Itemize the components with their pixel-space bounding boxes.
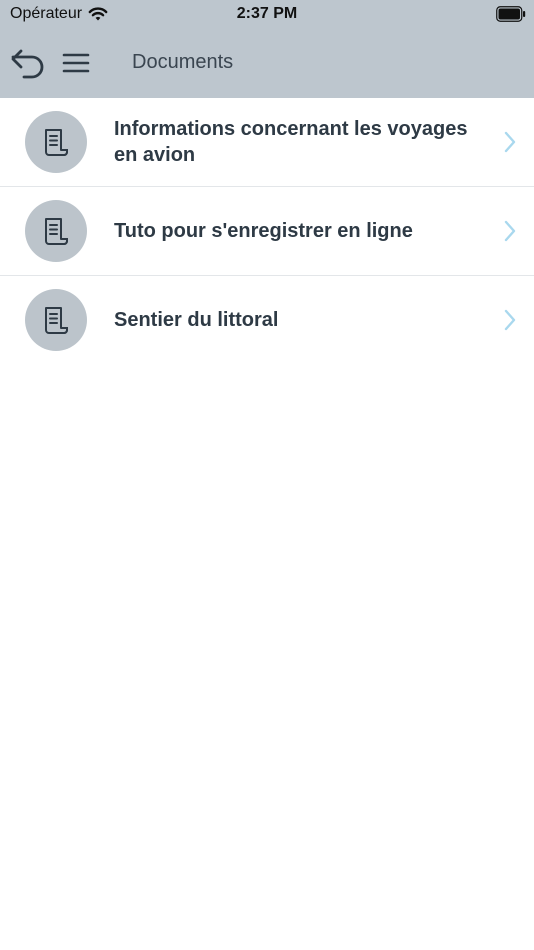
battery-icon: [496, 6, 526, 22]
menu-icon[interactable]: [62, 50, 90, 76]
chevron-right-icon: [504, 131, 516, 153]
document-avatar: [25, 200, 87, 262]
chevron-right-icon: [504, 220, 516, 242]
document-title: Tuto pour s'enregistrer en ligne: [114, 220, 413, 242]
document-scroll-icon: [45, 218, 68, 245]
document-title: Sentier du littoral: [114, 309, 279, 331]
document-scroll-icon: [45, 129, 68, 156]
document-scroll-icon: [45, 307, 68, 334]
list-item[interactable]: Informations concernant les voyages en a…: [0, 98, 534, 187]
chevron-right-icon: [504, 309, 516, 331]
list-item[interactable]: Sentier du littoral: [0, 276, 534, 364]
page-title: Documents: [132, 51, 234, 73]
document-avatar: [25, 111, 87, 173]
list-item[interactable]: Tuto pour s'enregistrer en ligne: [0, 187, 534, 276]
top-bar: Opérateur 2:37 PM Documents: [0, 0, 534, 98]
status-bar: Opérateur 2:37 PM: [0, 0, 534, 30]
status-time: 2:37 PM: [236, 5, 298, 22]
back-arrow-icon[interactable]: [10, 46, 46, 80]
documents-list: Informations concernant les voyages en a…: [0, 98, 534, 364]
document-title: Informations concernant les voyages en a…: [114, 118, 468, 166]
document-avatar: [25, 289, 87, 351]
